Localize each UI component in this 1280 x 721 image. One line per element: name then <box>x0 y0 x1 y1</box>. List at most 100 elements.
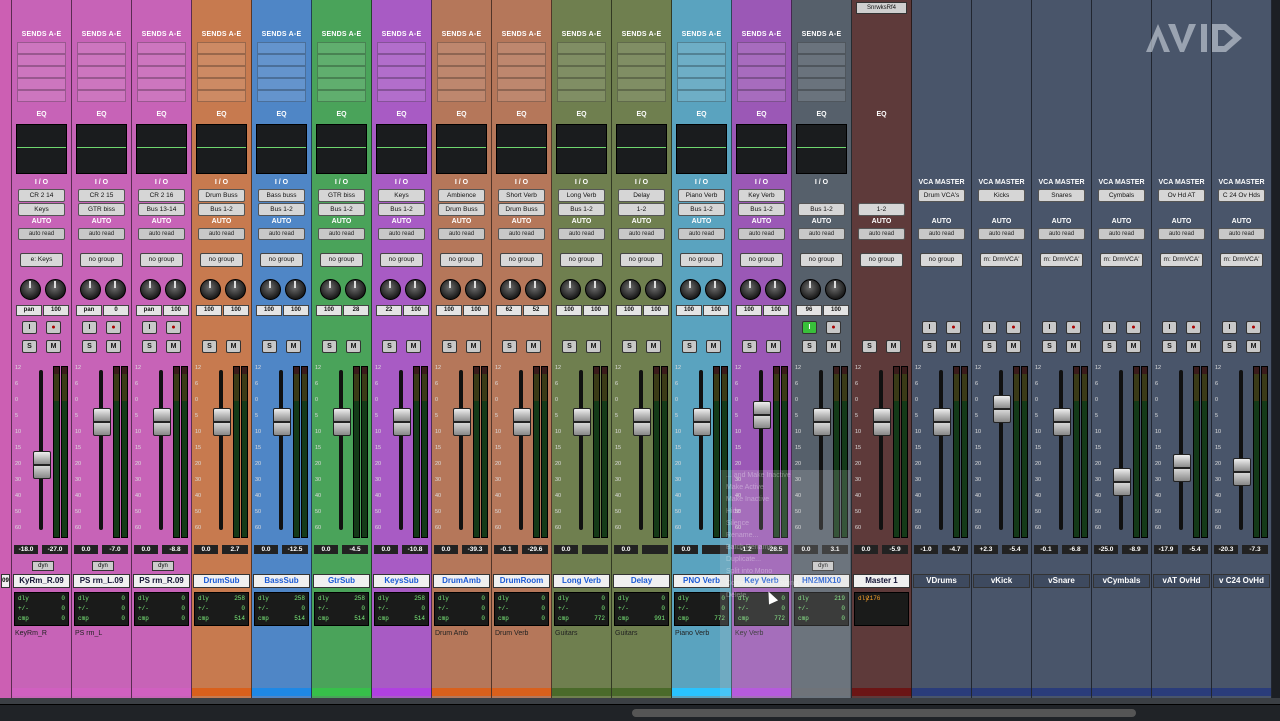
send-slot[interactable] <box>557 54 606 66</box>
horizontal-scrollbar[interactable] <box>0 704 1280 721</box>
send-slot[interactable] <box>137 66 186 78</box>
context-menu-item[interactable]: Convert Aux to Routing Folder <box>720 578 850 590</box>
send-slot[interactable] <box>677 90 726 102</box>
output-selector[interactable]: 1-2 <box>858 203 905 216</box>
send-slot[interactable] <box>677 66 726 78</box>
pan-knob[interactable] <box>740 279 761 300</box>
solo-button[interactable]: S <box>322 340 337 353</box>
group-selector[interactable]: no group <box>80 253 123 267</box>
send-slot[interactable] <box>197 66 246 78</box>
send-slot[interactable] <box>257 54 306 66</box>
send-slot[interactable] <box>17 78 66 90</box>
scroll-thumb[interactable] <box>632 709 1136 717</box>
input-monitor-button[interactable]: I <box>1102 321 1117 334</box>
automation-mode-selector[interactable]: auto read <box>618 228 665 240</box>
output-selector[interactable]: Bus 1-2 <box>558 203 605 216</box>
automation-mode-selector[interactable]: auto read <box>378 228 425 240</box>
context-menu-item[interactable]: Duplicate... <box>720 554 850 566</box>
automation-mode-selector[interactable]: auto read <box>318 228 365 240</box>
send-slot[interactable] <box>557 42 606 54</box>
pan-knob[interactable] <box>500 279 521 300</box>
automation-mode-selector[interactable]: auto read <box>138 228 185 240</box>
dyn-button[interactable]: dyn <box>152 561 174 571</box>
group-selector[interactable]: no group <box>560 253 603 267</box>
mute-button[interactable]: M <box>1006 340 1021 353</box>
send-slot[interactable] <box>77 66 126 78</box>
context-menu-item[interactable]: Split into Mono <box>720 566 850 578</box>
send-slot[interactable] <box>17 66 66 78</box>
pan-knob-right[interactable] <box>225 279 246 300</box>
pan-knob-right[interactable] <box>345 279 366 300</box>
solo-button[interactable]: S <box>1162 340 1177 353</box>
volume-fader[interactable] <box>513 407 531 436</box>
send-slot[interactable] <box>17 42 66 54</box>
input-selector[interactable]: CR 2 14 <box>18 189 65 202</box>
input-selector[interactable]: Ov Hd AT <box>1158 189 1205 202</box>
volume-fader[interactable] <box>33 451 51 480</box>
context-menu-item[interactable]: Make Active <box>720 482 850 494</box>
send-slot[interactable] <box>617 90 666 102</box>
volume-fader[interactable] <box>393 407 411 436</box>
output-selector[interactable]: Bus 1-2 <box>798 203 845 216</box>
group-selector[interactable]: no group <box>260 253 303 267</box>
group-selector[interactable]: m: DrmVCA' <box>1160 253 1203 267</box>
track-name[interactable]: vAT OvHd <box>1153 574 1210 588</box>
pan-knob-right[interactable] <box>285 279 306 300</box>
track-name[interactable]: 09 <box>1 574 10 588</box>
send-slot[interactable] <box>617 66 666 78</box>
send-slot[interactable] <box>557 78 606 90</box>
pan-knob[interactable] <box>260 279 281 300</box>
send-slot[interactable] <box>137 54 186 66</box>
mute-button[interactable]: M <box>406 340 421 353</box>
group-selector[interactable]: m: DrmVCA' <box>1100 253 1143 267</box>
solo-button[interactable]: S <box>622 340 637 353</box>
solo-button[interactable]: S <box>22 340 37 353</box>
output-selector[interactable]: Keys <box>18 203 65 216</box>
record-enable-button[interactable]: ● <box>166 321 181 334</box>
send-slot[interactable] <box>317 90 366 102</box>
track-name[interactable]: VDrums <box>913 574 970 588</box>
send-slot[interactable] <box>197 78 246 90</box>
send-slot[interactable] <box>677 78 726 90</box>
record-enable-button[interactable]: ● <box>826 321 841 334</box>
record-enable-button[interactable]: ● <box>106 321 121 334</box>
output-selector[interactable]: Bus 1-2 <box>318 203 365 216</box>
solo-button[interactable]: S <box>442 340 457 353</box>
pan-knob-right[interactable] <box>825 279 846 300</box>
output-selector[interactable]: Bus 1-2 <box>258 203 305 216</box>
input-selector[interactable]: Key Verb <box>738 189 785 202</box>
send-slot[interactable] <box>797 54 846 66</box>
solo-button[interactable]: S <box>82 340 97 353</box>
pan-knob[interactable] <box>200 279 221 300</box>
track-name[interactable]: BassSub <box>253 574 310 588</box>
send-slot[interactable] <box>77 42 126 54</box>
send-slot[interactable] <box>737 66 786 78</box>
solo-button[interactable]: S <box>382 340 397 353</box>
volume-fader[interactable] <box>1173 454 1191 482</box>
group-selector[interactable]: no group <box>440 253 483 267</box>
mute-button[interactable]: M <box>166 340 181 353</box>
volume-fader[interactable] <box>153 407 171 436</box>
send-slot[interactable] <box>797 90 846 102</box>
group-selector[interactable]: no group <box>320 253 363 267</box>
group-selector[interactable]: no group <box>920 253 963 267</box>
automation-mode-selector[interactable]: auto read <box>498 228 545 240</box>
pan-knob-right[interactable] <box>765 279 786 300</box>
mute-button[interactable]: M <box>466 340 481 353</box>
pan-knob-right[interactable] <box>585 279 606 300</box>
input-selector[interactable]: Snares <box>1038 189 1085 202</box>
send-slot[interactable] <box>257 90 306 102</box>
solo-button[interactable]: S <box>142 340 157 353</box>
send-slot[interactable] <box>317 42 366 54</box>
send-slot[interactable] <box>497 90 546 102</box>
input-selector[interactable]: C 24 Ov Hds <box>1218 189 1265 202</box>
pan-knob-right[interactable] <box>525 279 546 300</box>
volume-fader[interactable] <box>753 400 771 429</box>
input-monitor-button[interactable]: I <box>982 321 997 334</box>
automation-mode-selector[interactable]: auto read <box>258 228 305 240</box>
volume-fader[interactable] <box>1113 468 1131 496</box>
input-selector[interactable]: Keys <box>378 189 425 202</box>
group-selector[interactable]: no group <box>380 253 423 267</box>
track-name[interactable]: vSnare <box>1033 574 1090 588</box>
send-slot[interactable] <box>497 54 546 66</box>
